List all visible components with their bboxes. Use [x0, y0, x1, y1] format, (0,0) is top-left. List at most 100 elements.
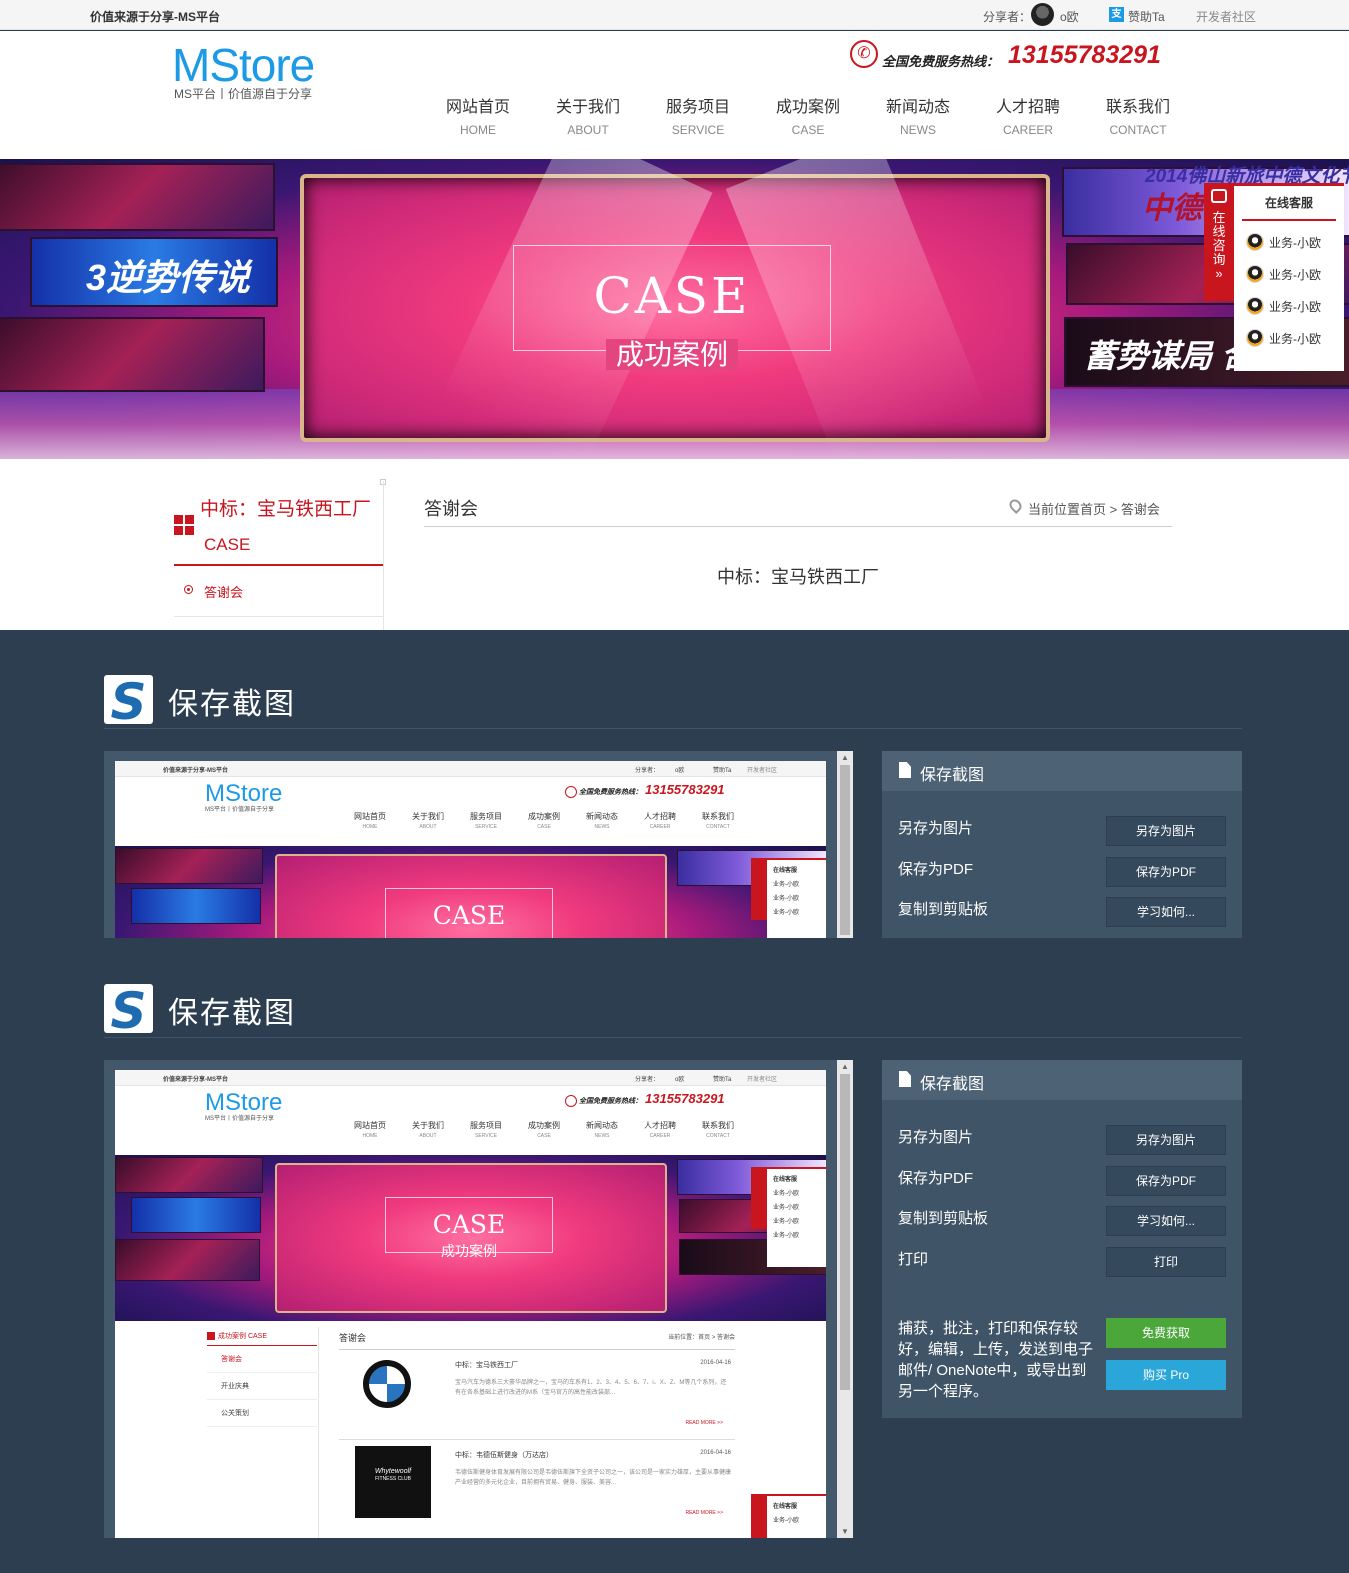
mini-service-title: 在线客服	[773, 868, 798, 874]
print-button[interactable]: 打印	[1106, 1247, 1226, 1277]
mini-user: o欧	[675, 768, 685, 774]
qq-icon	[1246, 265, 1264, 283]
mini-banner: CASE	[115, 846, 826, 938]
site-logo[interactable]: MStore MS平台丨价值源自于分享	[172, 41, 315, 102]
hero-banner: 3逆势传说 2014佛山新旅中德文化节 中德 蓄势谋局 合 CASE 成功案例	[0, 159, 1349, 459]
sidebar-item-label: 答谢会	[204, 585, 244, 600]
save-section-title: 保存截图	[168, 997, 296, 1030]
mini-logo: MStore MS平台丨价值源自于分享	[205, 1090, 282, 1123]
nav-about[interactable]: 关于我们 ABOUT	[533, 93, 643, 137]
screenshot-preview[interactable]: 价值来源于分享-MS平台 分享者： o欧 赞助Ta 开发者社区 MStore MS…	[104, 1060, 853, 1538]
nav-label: 网站首页	[445, 99, 510, 116]
breadcrumb[interactable]: 当前位置首页 > 答谢会	[1028, 499, 1160, 518]
chat-icon	[1211, 189, 1227, 203]
sidebar-item-thanks[interactable]: 答谢会	[174, 577, 384, 617]
qq-agent-link[interactable]: 业务-小欧	[1246, 263, 1344, 285]
service-title: 在线客服	[1242, 186, 1336, 221]
nav-service[interactable]: 服务项目 SERVICE	[643, 93, 753, 137]
agent-name: 业务-小欧	[1269, 267, 1321, 282]
nav-contact[interactable]: 联系我们 CONTACT	[1083, 93, 1193, 137]
mini-article: 中标：宝马铁西工厂 2016-04-16 宝马汽车为德系三大豪华品牌之一，宝马的…	[339, 1350, 735, 1440]
snagit-logo-icon: S	[104, 675, 153, 724]
service-box: 在线客服 业务-小欧 业务-小欧 业务-小欧 业务-小欧	[1234, 183, 1344, 371]
main-header: 答谢会 当前位置首页 > 答谢会	[424, 489, 1172, 527]
snagit-logo-icon: S	[104, 984, 153, 1033]
mini-article-summary: 宝马汽车为德系三大豪华品牌之一，宝马的车系有1、2、3、4、5、6、7、i、X、…	[455, 1380, 727, 1396]
product-description: 捕获，批注，打印和保存较好，编辑，上传，发送到电子邮件/ OneNote中，或导…	[898, 1320, 1094, 1400]
mini-nav-item: 成功案例 CASE	[528, 1121, 560, 1139]
hotline-number: 13155783291	[1008, 41, 1161, 69]
mini-dev: 开发者社区	[747, 768, 778, 774]
fitness-sub: FITNESS CLUB	[375, 1476, 411, 1482]
user-name-link[interactable]: o欧	[1060, 8, 1079, 25]
online-consult-tab[interactable]: 在 线 咨 询 »	[1204, 183, 1234, 301]
mini-hotline: 全国免费服务热线： 13155783291	[565, 1091, 725, 1108]
nav-career[interactable]: 人才招聘 CAREER	[973, 93, 1083, 137]
qq-agent-link[interactable]: 业务-小欧	[1246, 327, 1344, 349]
nav-sublabel: SERVICE	[671, 123, 725, 137]
scroll-thumb[interactable]	[840, 765, 850, 935]
scroll-thumb[interactable]	[840, 1074, 850, 1390]
buy-pro-button[interactable]: 购买 Pro	[1106, 1360, 1226, 1390]
learn-how-button[interactable]: 学习如何...	[1106, 1206, 1226, 1236]
mini-logo-text: MStore	[205, 780, 283, 807]
screenshot-preview[interactable]: 价值来源于分享-MS平台 分享者： o欧 赞助Ta 开发者社区 MStore MS…	[104, 751, 853, 938]
mini-topbar: 价值来源于分享-MS平台 分享者： o欧 赞助Ta 开发者社区	[115, 1070, 826, 1086]
banner-panel-text: 3逆势传说	[86, 257, 251, 298]
photo-panel-left-1	[0, 163, 275, 231]
alipay-icon: 支	[1109, 7, 1124, 22]
mini-logo: MStore MS平台丨价值源自于分享	[205, 780, 283, 814]
nav-label: 服务项目	[665, 99, 730, 116]
logo-tagline: MS平台丨价值源自于分享	[174, 87, 313, 101]
mini-topbar: 价值来源于分享-MS平台 分享者： o欧 赞助Ta 开发者社区	[115, 761, 826, 777]
qq-agent-link[interactable]: 业务-小欧	[1246, 231, 1344, 253]
row-label: 保存为PDF	[898, 1170, 974, 1187]
free-download-button[interactable]: 免费获取	[1106, 1318, 1226, 1348]
banner-title: CASE	[593, 267, 751, 325]
share-label: 分享者：	[983, 10, 1032, 24]
mini-content: 成功案例 CASE 答谢会 开业庆典 公关策划 答谢会 当前位置：首页 > 答谢会…	[115, 1321, 826, 1538]
mini-agent: 业务-小欧	[773, 1219, 799, 1225]
nav-case[interactable]: 成功案例 CASE	[753, 93, 863, 137]
tab-char: 线	[1212, 224, 1226, 239]
user-avatar[interactable]	[1031, 3, 1054, 26]
bmw-logo-icon	[363, 1360, 411, 1408]
save-as-pdf-button[interactable]: 保存为PDF	[1106, 857, 1226, 887]
mini-sponsor: 赞助Ta	[713, 1077, 732, 1083]
fitness-brand: Whytewoolf	[374, 1468, 412, 1475]
sponsor-link[interactable]: 赞助Ta	[1128, 8, 1165, 25]
nav-label: 关于我们	[555, 99, 620, 116]
save-as-image-button[interactable]: 另存为图片	[1106, 1125, 1226, 1155]
main-title: 答谢会	[424, 499, 478, 519]
learn-how-button[interactable]: 学习如何...	[1106, 897, 1226, 927]
mini-nav-item: 人才招聘 CAREER	[644, 1121, 676, 1139]
mini-slogan: 价值来源于分享-MS平台	[163, 1077, 228, 1083]
preview-scrollbar[interactable]: ▲	[837, 751, 853, 938]
panel-header: 保存截图	[882, 1060, 1242, 1100]
mini-header: MStore MS平台丨价值源自于分享 全国免费服务热线： 13155783291 …	[115, 777, 826, 846]
scroll-up-icon[interactable]: ▲	[841, 753, 849, 762]
mini-service-bottom: 在线客服 业务-小欧	[751, 1494, 826, 1538]
site-slogan: 价值来源于分享-MS平台	[90, 10, 220, 24]
panel-header: 保存截图	[882, 751, 1242, 791]
dev-community-link[interactable]: 开发者社区	[1196, 8, 1256, 25]
mini-hot-number: 13155783291	[645, 1091, 725, 1106]
nav-news[interactable]: 新闻动态 NEWS	[863, 93, 973, 137]
nav-home[interactable]: 网站首页 HOME	[423, 93, 533, 137]
document-icon	[899, 762, 911, 778]
tab-char: »	[1215, 266, 1223, 281]
preview-scrollbar[interactable]: ▲ ▼	[837, 1060, 853, 1538]
mini-phone-icon	[565, 786, 577, 799]
mini-agent: 业务-小欧	[773, 882, 799, 888]
save-as-image-button[interactable]: 另存为图片	[1106, 816, 1226, 846]
mini-nav-item: 关于我们 ABOUT	[412, 1121, 444, 1139]
save-as-pdf-button[interactable]: 保存为PDF	[1106, 1166, 1226, 1196]
scroll-down-icon[interactable]: ▼	[841, 1527, 849, 1536]
top-bar: 价值来源于分享-MS平台 分享者： o欧 支 赞助Ta 开发者社区	[0, 0, 1349, 30]
scroll-up-icon[interactable]: ▲	[841, 1062, 849, 1071]
qq-agent-link[interactable]: 业务-小欧	[1246, 295, 1344, 317]
panel-title: 保存截图	[920, 767, 985, 784]
mini-nav-item: 网站首页 HOME	[354, 1121, 386, 1139]
mini-nav-item: 新闻动态 NEWS	[586, 812, 618, 830]
mini-article-date: 2016-04-16	[700, 1360, 731, 1366]
